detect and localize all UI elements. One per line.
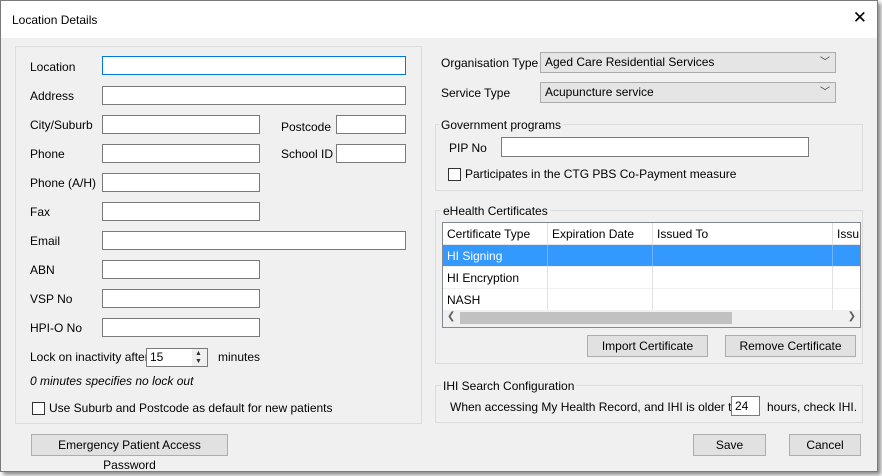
cert-type-cell: HI Signing: [443, 245, 548, 267]
postcode-input[interactable]: [336, 115, 406, 134]
use-suburb-checkbox[interactable]: [32, 402, 45, 415]
ihi-text-after: hours, check IHI.: [767, 400, 858, 414]
pip-input[interactable]: [501, 137, 809, 157]
lock-units-label: minutes: [218, 350, 261, 364]
phone-ah-input[interactable]: [102, 173, 260, 192]
expiration-cell: [548, 289, 653, 311]
table-header: Certificate Type Expiration Date Issued …: [443, 223, 860, 245]
scroll-right-icon[interactable]: ❯: [848, 311, 856, 322]
service-type-value: Acupuncture service: [545, 85, 654, 99]
spin-down-icon[interactable]: ▼: [195, 358, 202, 365]
title-bar: Location Details ✕: [1, 1, 877, 38]
issued-to-cell: [653, 267, 833, 289]
location-details-dialog: Location Details ✕ Location Address City…: [0, 0, 878, 472]
address-label: Address: [30, 89, 75, 103]
phone-input[interactable]: [102, 144, 260, 163]
expiration-cell: [548, 245, 653, 267]
ihi-text-before: When accessing My Health Record, and IHI…: [450, 400, 752, 414]
scrollbar-thumb[interactable]: [460, 312, 732, 324]
service-type-label: Service Type: [441, 86, 511, 100]
column-header-certificate-type[interactable]: Certificate Type: [443, 223, 548, 245]
cert-type-cell: NASH: [443, 289, 548, 311]
fax-input[interactable]: [102, 202, 260, 221]
ctg-label: Participates in the CTG PBS Co-Payment m…: [465, 167, 737, 181]
column-header-issued-to[interactable]: Issued To: [653, 223, 833, 245]
ehealth-certificates-title: eHealth Certificates: [441, 204, 550, 218]
pip-label: PIP No: [449, 141, 487, 155]
lock-minutes-spinner[interactable]: ▲ ▼: [192, 348, 208, 367]
government-programs-title: Government programs: [439, 118, 564, 132]
org-type-select[interactable]: Aged Care Residential Services ﹀: [540, 52, 836, 73]
expiration-cell: [548, 267, 653, 289]
table-row[interactable]: HI Encryption: [443, 267, 860, 289]
service-type-select[interactable]: Acupuncture service ﹀: [540, 82, 836, 103]
ihi-search-title: IHI Search Configuration: [441, 379, 577, 393]
postcode-label: Postcode: [281, 120, 332, 134]
org-type-label: Organisation Type: [441, 56, 539, 70]
column-header-issuer[interactable]: Issu: [833, 223, 860, 245]
phone-label: Phone: [30, 147, 65, 161]
column-header-expiration-date[interactable]: Expiration Date: [548, 223, 653, 245]
city-input[interactable]: [102, 115, 260, 134]
address-input[interactable]: [102, 86, 406, 105]
ctg-checkbox[interactable]: [448, 168, 461, 181]
location-label: Location: [30, 60, 76, 74]
lock-minutes-input[interactable]: 15: [146, 348, 193, 367]
save-button[interactable]: Save: [693, 434, 766, 456]
issuer-cell: [833, 267, 860, 289]
ihi-hours-input[interactable]: 24: [731, 396, 760, 416]
lock-note: 0 minutes specifies no lock out: [30, 374, 194, 388]
lock-label: Lock on inactivity after: [30, 350, 149, 364]
city-label: City/Suburb: [30, 118, 93, 132]
spin-up-icon[interactable]: ▲: [195, 350, 202, 357]
issued-to-cell: [653, 245, 833, 267]
table-row[interactable]: HI Signing: [443, 245, 860, 267]
dialog-title: Location Details: [12, 13, 98, 27]
location-input[interactable]: [102, 56, 406, 75]
school-id-input[interactable]: [336, 144, 406, 163]
email-input[interactable]: [102, 231, 406, 250]
issued-to-cell: [653, 289, 833, 311]
abn-label: ABN: [30, 263, 55, 277]
fax-label: Fax: [30, 205, 51, 219]
cancel-button[interactable]: Cancel: [789, 434, 861, 456]
chevron-down-icon: ﹀: [820, 57, 830, 68]
emergency-access-password-button[interactable]: Emergency Patient Access Password: [31, 434, 228, 472]
remove-certificate-button[interactable]: Remove Certificate: [725, 335, 856, 357]
table-row[interactable]: NASH: [443, 289, 860, 311]
import-certificate-button[interactable]: Import Certificate: [587, 335, 708, 357]
issuer-cell: [833, 245, 860, 267]
scroll-left-icon[interactable]: ❮: [447, 311, 455, 322]
use-suburb-label: Use Suburb and Postcode as default for n…: [49, 401, 333, 415]
hpio-label: HPI-O No: [30, 321, 83, 335]
phone-ah-label: Phone (A/H): [30, 176, 97, 190]
close-icon[interactable]: ✕: [853, 8, 867, 28]
cert-type-cell: HI Encryption: [443, 267, 548, 289]
abn-input[interactable]: [102, 260, 260, 279]
horizontal-scrollbar[interactable]: ❮ ❯: [443, 310, 860, 327]
chevron-down-icon: ﹀: [820, 87, 830, 98]
school-id-label: School ID: [281, 147, 334, 161]
vsp-input[interactable]: [102, 289, 260, 308]
email-label: Email: [30, 234, 61, 248]
org-type-value: Aged Care Residential Services: [545, 55, 715, 69]
hpio-input[interactable]: [102, 318, 260, 337]
issuer-cell: [833, 289, 860, 311]
certificates-table[interactable]: Certificate Type Expiration Date Issued …: [442, 222, 861, 328]
vsp-label: VSP No: [30, 292, 73, 306]
